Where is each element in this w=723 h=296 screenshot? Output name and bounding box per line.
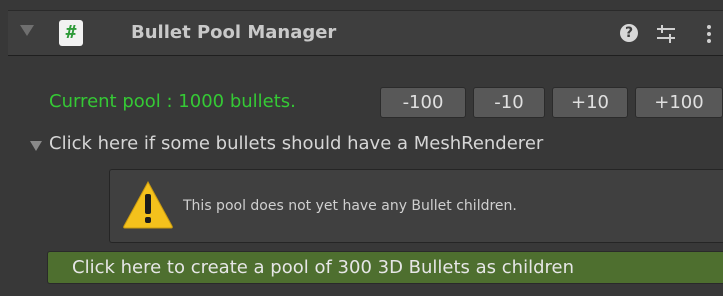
helpbox-message: This pool does not yet have any Bullet c… — [183, 198, 517, 214]
current-pool-label: Current pool : 1000 bullets. — [49, 91, 296, 112]
warning-icon — [123, 180, 173, 229]
mesh-renderer-foldout[interactable]: Click here if some bullets should have a… — [49, 133, 543, 154]
component-header[interactable]: # Bullet Pool Manager ? — [8, 10, 723, 56]
csharp-script-icon: # — [59, 20, 83, 46]
warning-helpbox: This pool does not yet have any Bullet c… — [109, 169, 723, 243]
component-title: Bullet Pool Manager — [131, 22, 337, 43]
inspector-panel: # Bullet Pool Manager ? Current pool : 1… — [0, 0, 723, 296]
kebab-menu-icon[interactable] — [704, 23, 714, 45]
mesh-foldout-triangle-icon[interactable] — [30, 141, 42, 151]
decrement-10-button[interactable]: -10 — [473, 87, 545, 118]
increment-10-button[interactable]: +10 — [552, 87, 628, 118]
help-icon[interactable]: ? — [620, 24, 638, 42]
create-pool-button[interactable]: Click here to create a pool of 300 3D Bu… — [47, 251, 723, 284]
preset-sliders-icon[interactable] — [655, 23, 677, 45]
foldout-triangle-icon[interactable] — [20, 25, 34, 36]
decrement-100-button[interactable]: -100 — [380, 87, 466, 118]
increment-100-button[interactable]: +100 — [635, 87, 723, 118]
